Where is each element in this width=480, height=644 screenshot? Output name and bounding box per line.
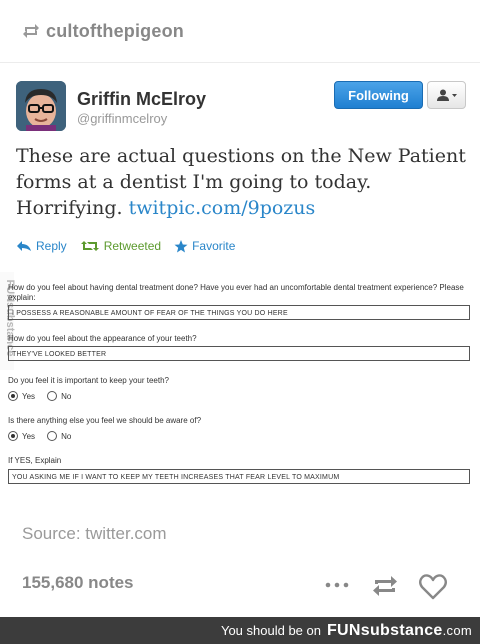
radio-yes-label: Yes — [22, 431, 36, 441]
form-question-2: How do you feel about the appearance of … — [8, 334, 197, 343]
reblog-icon — [23, 24, 39, 38]
form-radio-group-3: Yes No — [8, 391, 83, 401]
post-source[interactable]: Source: twitter.com — [22, 524, 167, 544]
like-icon[interactable] — [418, 573, 448, 601]
brand-fun: FUN — [326, 621, 361, 639]
form-question-3: Do you feel it is important to keep your… — [8, 376, 169, 385]
form-question-4: Is there anything else you feel we shoul… — [8, 416, 202, 425]
avatar[interactable] — [16, 81, 66, 131]
radio-yes-checked — [8, 391, 18, 401]
tweet-link[interactable]: twitpic.com/9pozus — [129, 197, 316, 219]
tweet-text: These are actual questions on the New Pa… — [16, 143, 476, 221]
brand-rest: substance — [360, 621, 443, 639]
brand-logo: FUNsubstance.com — [327, 622, 472, 640]
author-name[interactable]: Griffin McElroy — [77, 89, 206, 110]
favorite-label: Favorite — [192, 239, 236, 253]
reply-button[interactable]: Reply — [16, 239, 67, 253]
star-icon — [174, 239, 188, 252]
more-icon[interactable] — [320, 575, 354, 595]
banner-text: You should be on — [220, 623, 321, 638]
reply-icon — [17, 241, 31, 251]
form-question-1: How do you feel about having dental trea… — [8, 283, 464, 302]
favorite-button[interactable]: Favorite — [174, 239, 235, 253]
avatar-image — [16, 81, 66, 131]
radio-no — [47, 431, 58, 441]
following-button[interactable]: Following — [334, 81, 423, 109]
reblog-icon[interactable] — [370, 573, 400, 599]
form-answer-5: YOU ASKING ME IF I WANT TO KEEP MY TEETH… — [8, 469, 470, 484]
reblog-header: cultofthepigeon — [0, 0, 480, 62]
radio-no-label: No — [61, 391, 72, 401]
form-answer-1: I POSSESS A REASONABLE AMOUNT OF FEAR OF… — [8, 305, 470, 320]
radio-no — [47, 391, 58, 401]
author-handle[interactable]: @griffinmcelroy — [77, 111, 167, 126]
retweeted-button[interactable]: Retweeted — [80, 239, 161, 253]
reply-label: Reply — [36, 239, 67, 253]
retweeted-label: Retweeted — [103, 239, 162, 253]
form-question-5: If YES, Explain — [8, 456, 62, 465]
retweet-icon — [80, 241, 99, 251]
form-radio-group-4: Yes No — [8, 431, 83, 441]
radio-yes-label: Yes — [22, 391, 36, 401]
radio-no-label: No — [61, 431, 72, 441]
radio-yes-checked — [8, 431, 18, 441]
tweet-actions: Reply Retweeted Favorite — [16, 239, 248, 253]
funsubstance-banner: You should be on FUNsubstance.com — [0, 617, 480, 644]
form-answer-2: THEY'VE LOOKED BETTER — [8, 346, 470, 361]
tweet-card: Griffin McElroy @griffinmcelroy Followin… — [0, 63, 480, 269]
user-dropdown-button[interactable] — [427, 81, 466, 109]
user-dropdown-icon — [436, 89, 457, 101]
brand-tld: .com — [442, 622, 472, 638]
notes-count[interactable]: 155,680 notes — [22, 573, 134, 593]
reblog-username[interactable]: cultofthepigeon — [46, 21, 184, 42]
